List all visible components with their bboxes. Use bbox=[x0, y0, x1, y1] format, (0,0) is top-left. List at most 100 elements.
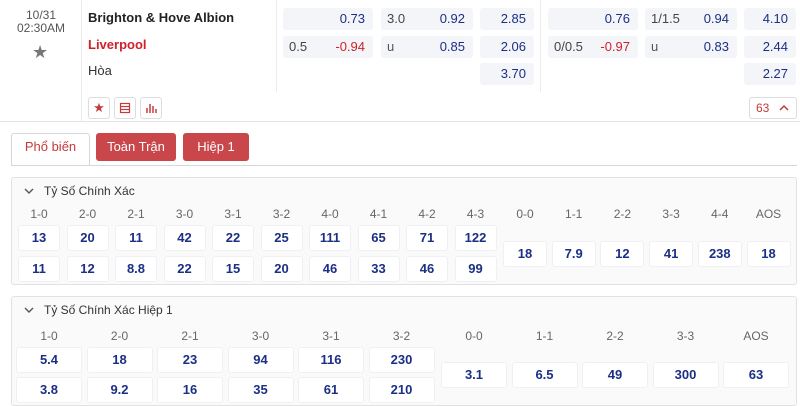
score-header: 3-3 bbox=[662, 207, 680, 221]
divider bbox=[540, 0, 541, 92]
correct-score-panel: Tỷ Số Chính Xác 1-0 13 11 2-0 20 12 2-1 11 8.8 3-… bbox=[11, 177, 797, 285]
odds-button[interactable]: 23 bbox=[157, 347, 223, 373]
score-header: 2-2 bbox=[613, 207, 632, 221]
odds-button[interactable]: 3.8 bbox=[16, 377, 82, 403]
score-header: 1-1 bbox=[565, 207, 583, 221]
tab-full-match[interactable]: Toàn Trận bbox=[96, 133, 176, 161]
odds-button[interactable]: 35 bbox=[227, 377, 294, 403]
odds-h1-ou-under[interactable]: u 0.83 bbox=[645, 36, 737, 58]
score-header: 3-2 bbox=[392, 329, 411, 343]
odds-button[interactable]: 210 bbox=[368, 377, 435, 403]
odds-hdp-home[interactable]: 0.73 bbox=[283, 8, 373, 30]
odds-button[interactable]: 33 bbox=[357, 256, 400, 282]
odds-h1-1x2-away[interactable]: 2.44 bbox=[744, 36, 796, 58]
odds-button[interactable]: 22 bbox=[212, 225, 254, 251]
odds-button[interactable]: 49 bbox=[582, 362, 648, 388]
stats-chart-icon[interactable] bbox=[140, 97, 162, 119]
score-header: 4-4 bbox=[711, 207, 729, 221]
odds-button[interactable]: 16 bbox=[157, 377, 223, 403]
odds-1x2-draw[interactable]: 3.70 bbox=[480, 63, 534, 85]
odds-button[interactable]: 25 bbox=[260, 225, 303, 251]
tab-underline bbox=[11, 165, 797, 166]
score-header: AOS bbox=[755, 207, 782, 221]
odds-button[interactable]: 94 bbox=[227, 347, 294, 373]
score-header: 3-0 bbox=[251, 329, 270, 343]
odds-button[interactable]: 11 bbox=[18, 256, 60, 282]
odds-button[interactable]: 13 bbox=[18, 225, 60, 251]
odds-button[interactable]: 111 bbox=[309, 225, 351, 251]
odds-button[interactable]: 42 bbox=[163, 225, 206, 251]
odds-button[interactable]: 7.9 bbox=[551, 241, 596, 267]
odds-button[interactable]: 122 bbox=[454, 225, 497, 251]
odds-button[interactable]: 11 bbox=[115, 225, 157, 251]
away-team[interactable]: Liverpool bbox=[88, 37, 147, 52]
score-header: 4-0 bbox=[321, 207, 339, 221]
odds-button[interactable]: 46 bbox=[406, 256, 448, 282]
odds-button[interactable]: 18 bbox=[746, 241, 791, 267]
score-header: 1-1 bbox=[535, 329, 554, 343]
odds-button[interactable]: 99 bbox=[454, 256, 497, 282]
odds-button[interactable]: 71 bbox=[406, 225, 448, 251]
favorite-star-icon[interactable]: ★ bbox=[88, 97, 110, 119]
score-header: 2-0 bbox=[78, 207, 97, 221]
odds-button[interactable]: 46 bbox=[309, 256, 351, 282]
odds-button[interactable]: 238 bbox=[697, 241, 742, 267]
odds-1x2-home[interactable]: 2.85 bbox=[480, 8, 534, 30]
odds-button[interactable]: 18 bbox=[503, 241, 547, 267]
home-team[interactable]: Brighton & Hove Albion bbox=[88, 10, 234, 25]
odds-button[interactable]: 9.2 bbox=[86, 377, 153, 403]
odds-hdp-away[interactable]: 0.5 -0.94 bbox=[283, 36, 373, 58]
score-header: 3-1 bbox=[322, 329, 340, 343]
list-icon[interactable] bbox=[114, 97, 136, 119]
odds-button[interactable]: 5.4 bbox=[16, 347, 82, 373]
divider bbox=[276, 0, 277, 92]
score-header: 0-0 bbox=[465, 329, 483, 343]
chevron-down-icon bbox=[24, 299, 34, 325]
odds-button[interactable]: 3.1 bbox=[441, 362, 507, 388]
draw-label: Hòa bbox=[88, 63, 112, 78]
odds-button[interactable]: 6.5 bbox=[511, 362, 578, 388]
score-header: 1-0 bbox=[30, 207, 48, 221]
score-header: 4-1 bbox=[369, 207, 388, 221]
score-header: 3-0 bbox=[175, 207, 194, 221]
odds-button[interactable]: 63 bbox=[723, 362, 789, 388]
correct-score-h1-header[interactable]: Tỷ Số Chính Xác Hiệp 1 bbox=[12, 297, 796, 323]
chevron-down-icon bbox=[24, 180, 34, 206]
odds-ou-under[interactable]: u 0.85 bbox=[381, 36, 473, 58]
correct-score-header[interactable]: Tỷ Số Chính Xác bbox=[12, 178, 796, 204]
odds-button[interactable]: 41 bbox=[649, 241, 694, 267]
odds-button[interactable]: 20 bbox=[260, 256, 303, 282]
odds-h1-ou-over[interactable]: 1/1.5 0.94 bbox=[645, 8, 737, 30]
odds-button[interactable]: 12 bbox=[600, 241, 645, 267]
odds-button[interactable]: 230 bbox=[368, 347, 435, 373]
odds-button[interactable]: 8.8 bbox=[115, 256, 157, 282]
odds-ou-over[interactable]: 3.0 0.92 bbox=[381, 8, 473, 30]
score-header: 2-0 bbox=[110, 329, 129, 343]
correct-score-title: Tỷ Số Chính Xác bbox=[44, 184, 135, 198]
correct-score-h1-panel: Tỷ Số Chính Xác Hiệp 1 1-0 5.4 3.8 2-0 18 9.2… bbox=[11, 296, 797, 406]
odds-button[interactable]: 116 bbox=[298, 347, 364, 373]
favorite-star-icon[interactable]: ★ bbox=[32, 42, 48, 63]
odds-h1-1x2-draw[interactable]: 2.27 bbox=[744, 63, 796, 85]
odds-button[interactable]: 15 bbox=[212, 256, 254, 282]
odds-button[interactable]: 20 bbox=[66, 225, 109, 251]
odds-button[interactable]: 22 bbox=[163, 256, 206, 282]
odds-button[interactable]: 18 bbox=[86, 347, 153, 373]
score-header: 0-0 bbox=[516, 207, 534, 221]
odds-button[interactable]: 12 bbox=[66, 256, 109, 282]
odds-h1-hdp-home[interactable]: 0.76 bbox=[548, 8, 638, 30]
odds-button[interactable]: 61 bbox=[298, 377, 364, 403]
score-header: 2-2 bbox=[606, 329, 624, 343]
odds-1x2-away[interactable]: 2.06 bbox=[480, 36, 534, 58]
odds-button[interactable]: 65 bbox=[357, 225, 400, 251]
score-header: 2-1 bbox=[127, 207, 145, 221]
match-time: 02:30AM bbox=[16, 21, 66, 35]
tab-popular[interactable]: Phổ biến bbox=[11, 133, 90, 166]
odds-h1-1x2-home[interactable]: 4.10 bbox=[744, 8, 796, 30]
score-header: 3-3 bbox=[676, 329, 695, 343]
more-markets-button[interactable]: 63 bbox=[749, 97, 797, 119]
odds-button[interactable]: 300 bbox=[652, 362, 719, 388]
odds-h1-hdp-away[interactable]: 0/0.5 -0.97 bbox=[548, 36, 638, 58]
tab-first-half[interactable]: Hiệp 1 bbox=[183, 133, 249, 161]
score-header: 3-1 bbox=[224, 207, 242, 221]
